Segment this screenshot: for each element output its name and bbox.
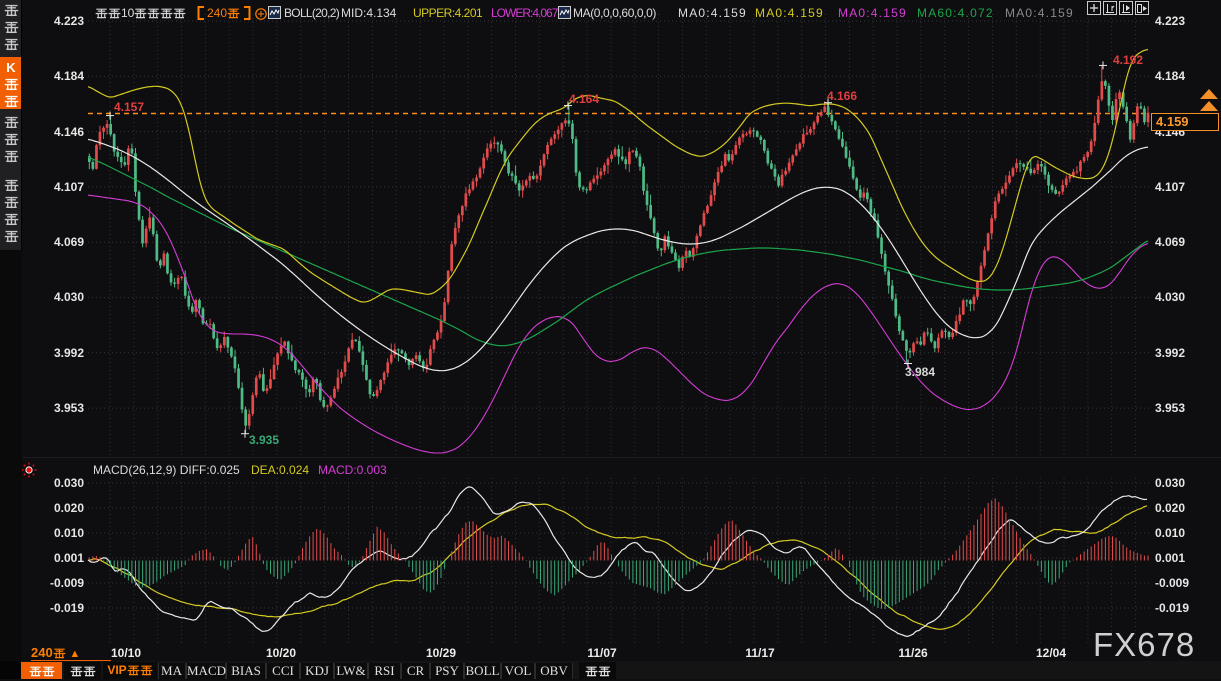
svg-text:4.166: 4.166 — [827, 89, 857, 103]
svg-text:4.164: 4.164 — [569, 92, 599, 106]
svg-text:4.157: 4.157 — [114, 100, 144, 114]
svg-text:3.935: 3.935 — [249, 433, 279, 447]
svg-text:4.192: 4.192 — [1113, 53, 1143, 67]
svg-text:3.984: 3.984 — [905, 365, 935, 379]
